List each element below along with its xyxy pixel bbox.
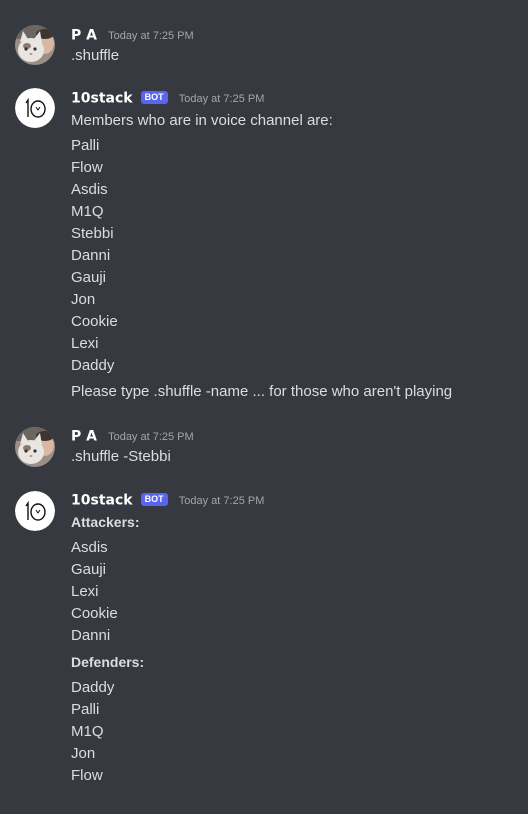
timestamp[interactable]: Today at 7:25 PM bbox=[179, 495, 265, 507]
message-header: P A Today at 7:25 PM bbox=[71, 25, 194, 45]
defender-name: Flow bbox=[71, 767, 103, 784]
username[interactable]: 10stack bbox=[71, 493, 133, 509]
member-name: Daddy bbox=[71, 357, 115, 374]
timestamp[interactable]: Today at 7:25 PM bbox=[108, 30, 194, 42]
member-name: Palli bbox=[71, 137, 100, 154]
defenders-heading: Defenders: bbox=[71, 654, 145, 670]
message-header: 10stack BOT Today at 7:25 PM bbox=[71, 490, 264, 510]
cat-with-person-avatar[interactable] bbox=[15, 427, 55, 467]
chat-messages: P A Today at 7:25 PM .shuffle 10stack BO… bbox=[0, 0, 528, 814]
username[interactable]: 10stack bbox=[71, 91, 133, 107]
defender-name: Jon bbox=[71, 745, 96, 762]
bot-badge: BOT bbox=[140, 91, 168, 104]
member-name: Cookie bbox=[71, 313, 118, 330]
member-name: Jon bbox=[71, 291, 96, 308]
attacker-name: Danni bbox=[71, 627, 111, 644]
timestamp[interactable]: Today at 7:25 PM bbox=[179, 93, 265, 105]
member-name: Lexi bbox=[71, 335, 99, 352]
member-name: Danni bbox=[71, 247, 111, 264]
attackers-heading: Attackers: bbox=[71, 514, 140, 530]
message-header: P A Today at 7:25 PM bbox=[71, 426, 194, 446]
message-header: 10stack BOT Today at 7:25 PM bbox=[71, 88, 264, 108]
defender-name: Palli bbox=[71, 701, 100, 718]
message-text: .shuffle -Stebbi bbox=[71, 448, 171, 465]
member-name: Stebbi bbox=[71, 225, 114, 242]
username[interactable]: P A bbox=[71, 429, 97, 445]
defender-name: Daddy bbox=[71, 679, 115, 696]
username[interactable]: P A bbox=[71, 28, 97, 44]
member-name: Gauji bbox=[71, 269, 107, 286]
10-logo-avatar[interactable] bbox=[15, 88, 55, 128]
message-text: .shuffle bbox=[71, 47, 120, 64]
member-name: Asdis bbox=[71, 181, 108, 198]
member-name: Flow bbox=[71, 159, 103, 176]
attacker-name: Asdis bbox=[71, 539, 108, 556]
member-name: M1Q bbox=[71, 203, 104, 220]
message-text: Please type .shuffle -name ... for those… bbox=[71, 383, 453, 400]
defender-name: M1Q bbox=[71, 723, 104, 740]
attacker-name: Cookie bbox=[71, 605, 118, 622]
attacker-name: Gauji bbox=[71, 561, 107, 578]
cat-with-person-avatar[interactable] bbox=[15, 25, 55, 65]
timestamp[interactable]: Today at 7:25 PM bbox=[108, 431, 194, 443]
attacker-name: Lexi bbox=[71, 583, 99, 600]
bot-badge: BOT bbox=[140, 493, 168, 506]
10-logo-avatar[interactable] bbox=[15, 491, 55, 531]
message-text: Members who are in voice channel are: bbox=[71, 112, 333, 129]
